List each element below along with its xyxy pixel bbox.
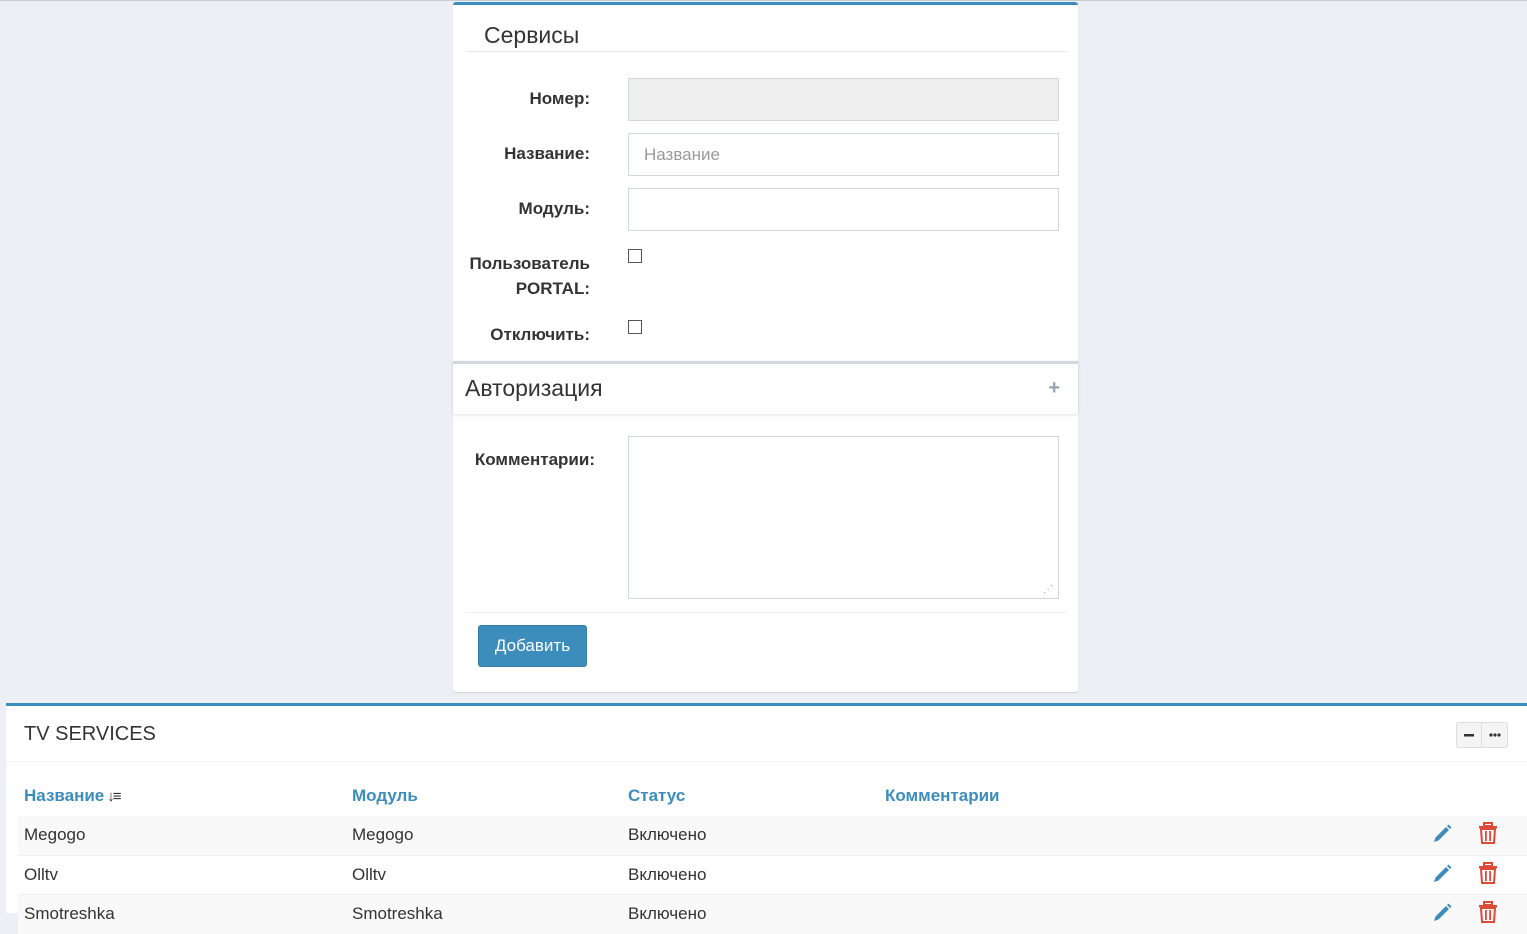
name-label: Название: bbox=[504, 144, 590, 163]
number-field[interactable] bbox=[628, 78, 1059, 121]
top-divider bbox=[0, 0, 1527, 1]
plus-icon[interactable]: + bbox=[1048, 377, 1060, 400]
table-row: Olltv Olltv Включено bbox=[18, 856, 1527, 895]
disable-checkbox[interactable] bbox=[628, 320, 642, 334]
column-header-module[interactable]: Модуль bbox=[352, 786, 418, 806]
auth-section-title: Авторизация bbox=[465, 375, 603, 401]
table-header-divider bbox=[6, 761, 1527, 762]
column-header-name[interactable]: Название ↓≡ bbox=[24, 786, 122, 806]
row-status: Включено bbox=[628, 904, 707, 923]
form-title: Сервисы bbox=[484, 22, 580, 48]
trash-icon[interactable] bbox=[1478, 822, 1498, 844]
portal-user-checkbox[interactable] bbox=[628, 249, 642, 263]
number-label: Номер: bbox=[529, 89, 590, 108]
more-button[interactable] bbox=[1482, 722, 1508, 748]
disable-label: Отключить: bbox=[490, 325, 590, 344]
table-title: TV SERVICES bbox=[24, 723, 156, 745]
portal-user-label-line2: PORTAL: bbox=[515, 279, 590, 298]
services-form-box: Сервисы Номер: Название: Модуль: Пользов… bbox=[453, 2, 1078, 692]
minus-icon bbox=[1464, 734, 1474, 737]
row-module: Megogo bbox=[352, 825, 414, 844]
module-input[interactable] bbox=[628, 188, 1059, 231]
portal-user-label-line1: Пользователь bbox=[469, 254, 590, 273]
add-button[interactable]: Добавить bbox=[478, 625, 587, 667]
module-label: Модуль: bbox=[518, 199, 590, 218]
tv-services-box: TV SERVICES Название ↓≡ Модуль Статус Ком… bbox=[6, 703, 1527, 934]
edit-icon[interactable] bbox=[1431, 823, 1453, 845]
edit-icon[interactable] bbox=[1431, 863, 1453, 885]
sort-amount-down-icon[interactable]: ↓≡ bbox=[107, 788, 121, 805]
resize-grip-icon[interactable]: ⋰ bbox=[1043, 585, 1053, 595]
comments-textarea[interactable] bbox=[628, 436, 1059, 599]
trash-icon[interactable] bbox=[1478, 862, 1498, 884]
edit-icon[interactable] bbox=[1431, 902, 1453, 924]
name-input[interactable] bbox=[628, 133, 1059, 176]
row-module: Smotreshka bbox=[352, 904, 443, 923]
portal-user-label: Пользователь PORTAL: bbox=[390, 251, 590, 301]
auth-section-header[interactable]: Авторизация + bbox=[453, 361, 1078, 414]
column-header-name-label: Название bbox=[24, 786, 105, 805]
table-row: Smotreshka Smotreshka Включено bbox=[18, 895, 1527, 934]
row-name: Smotreshka bbox=[24, 904, 115, 923]
table-row: Megogo Megogo Включено bbox=[18, 816, 1527, 855]
column-header-comments[interactable]: Комментарии bbox=[885, 786, 999, 806]
collapse-button[interactable] bbox=[1456, 722, 1482, 748]
row-name: Megogo bbox=[24, 825, 86, 844]
trash-icon[interactable] bbox=[1478, 901, 1498, 923]
row-status: Включено bbox=[628, 825, 707, 844]
form-title-divider bbox=[466, 51, 1067, 52]
form-footer-divider bbox=[466, 612, 1067, 613]
box-tools bbox=[1456, 722, 1508, 748]
comments-label: Комментарии: bbox=[474, 450, 595, 469]
ellipsis-icon bbox=[1488, 733, 1501, 737]
row-module: Olltv bbox=[352, 865, 386, 884]
row-status: Включено bbox=[628, 865, 707, 884]
row-name: Olltv bbox=[24, 865, 58, 884]
column-header-status[interactable]: Статус bbox=[628, 786, 685, 806]
